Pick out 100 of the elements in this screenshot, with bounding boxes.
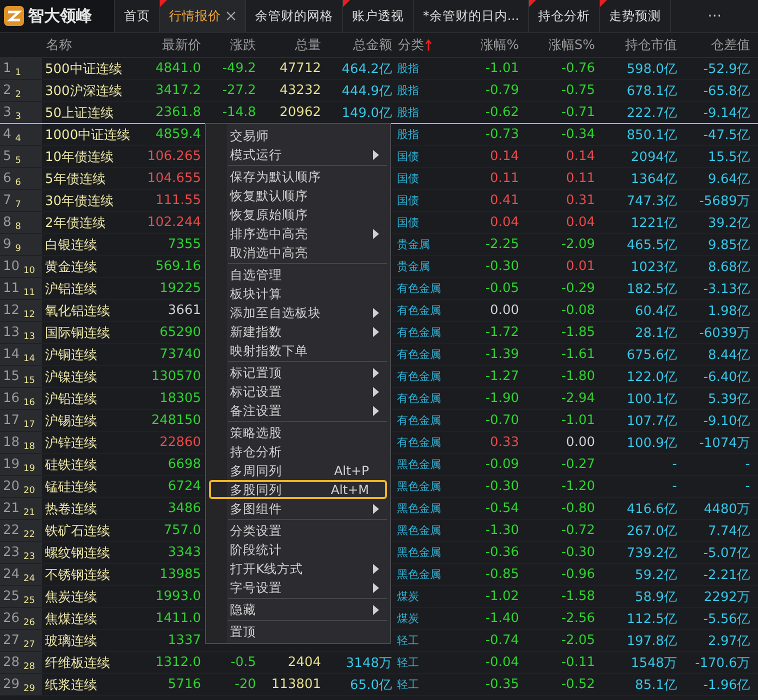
- table-cell-text: 747.3亿: [626, 192, 677, 210]
- menu-item[interactable]: 隐藏: [209, 600, 387, 619]
- row-sub-number: 24: [24, 573, 35, 585]
- table-cell: -1.01: [561, 413, 595, 428]
- menu-item[interactable]: 板块计算: [209, 284, 387, 303]
- menu-item[interactable]: 备注设置: [209, 401, 387, 420]
- table-cell-text: 1364亿: [630, 170, 677, 188]
- table-cell: -1.02: [485, 589, 519, 604]
- table-cell: -1.72: [485, 325, 519, 340]
- menu-item[interactable]: 分类设置: [209, 521, 387, 540]
- table-cell-text: 8.68亿: [708, 258, 750, 276]
- tab[interactable]: 行情报价: [159, 0, 245, 32]
- menu-item[interactable]: 模式运行: [209, 145, 387, 164]
- table-cell: 0.00: [566, 435, 595, 450]
- menu-item[interactable]: 置顶: [209, 622, 387, 641]
- table-cell: 3486: [168, 501, 201, 516]
- row-sub-number: 28: [24, 661, 35, 673]
- table-cell-text: 112.5亿: [626, 610, 677, 628]
- column-header[interactable]: 总量: [295, 36, 321, 54]
- row-sub-number: 19: [24, 463, 35, 475]
- menu-item[interactable]: 映射指数下单: [209, 341, 387, 360]
- menu-item[interactable]: 排序选中高亮: [209, 224, 387, 243]
- column-header[interactable]: 涨幅S%: [548, 36, 595, 54]
- column-header[interactable]: 涨跌: [230, 36, 256, 54]
- table-cell: -0.72: [561, 523, 595, 538]
- tab[interactable]: 持仓分析: [528, 0, 600, 32]
- table-cell-text: 267.0亿: [626, 522, 677, 540]
- table-cell-text: 4480万: [704, 500, 750, 518]
- table-cell: 6698: [168, 457, 201, 472]
- table-cell: -0.54: [485, 501, 519, 516]
- column-header[interactable]: 最新价: [162, 36, 201, 54]
- tab[interactable]: 余管财的网格: [245, 0, 342, 32]
- column-header[interactable]: 仓差值: [711, 36, 750, 54]
- row-sub-number: 23: [24, 551, 35, 563]
- menu-item[interactable]: 阶段统计: [209, 540, 387, 559]
- menu-item[interactable]: 恢复原始顺序: [209, 205, 387, 224]
- table-cell: -1.61: [561, 347, 595, 362]
- table-cell: 0.33: [490, 435, 519, 450]
- table-cell: -: [672, 457, 677, 472]
- menu-item[interactable]: 交易师: [209, 126, 387, 145]
- menu-item[interactable]: 自选管理: [209, 265, 387, 284]
- table-cell-text: 1000中证连续: [45, 126, 130, 144]
- table-cell: 4859.4: [156, 127, 201, 142]
- table-cell: -0.36: [485, 545, 519, 560]
- tab[interactable]: *余管财的日内...: [413, 0, 528, 32]
- menu-item[interactable]: 多周同列 Alt+P: [209, 461, 387, 480]
- table-cell: -0.71: [561, 105, 595, 120]
- table-cell: 黑色金属: [397, 567, 441, 582]
- table-cell-text: 锰硅连续: [45, 478, 97, 496]
- menu-item[interactable]: 取消选中高亮: [209, 243, 387, 262]
- table-cell: -0.96: [561, 567, 595, 582]
- table-cell: -0.70: [485, 413, 519, 428]
- table-cell-text: 28.1亿: [635, 324, 677, 342]
- table-cell: 黑色金属: [397, 523, 441, 538]
- table-cell: 73740: [160, 347, 201, 362]
- menu-item[interactable]: 打开K线方式: [209, 559, 387, 578]
- tab[interactable]: 走势预测: [599, 0, 670, 32]
- table-cell-text: 沪锌连续: [45, 434, 97, 452]
- menu-item[interactable]: 多图组件: [209, 499, 387, 518]
- app-name: 智大领峰: [28, 6, 92, 26]
- menu-item[interactable]: 策略选股: [209, 423, 387, 442]
- menu-item[interactable]: 持仓分析: [209, 442, 387, 461]
- table-cell-text: 39.2亿: [708, 214, 750, 232]
- row-number: 12: [3, 302, 20, 320]
- row-sub-number: 10: [24, 265, 35, 277]
- table-cell-text: 铁矿石连续: [45, 522, 110, 540]
- menu-item[interactable]: 标记设置: [209, 382, 387, 401]
- table-cell: -2.94: [561, 391, 595, 406]
- table-cell-text: 国际铜连续: [45, 324, 110, 342]
- table-cell: 煤炭: [397, 589, 419, 604]
- menu-item[interactable]: 字号设置: [209, 578, 387, 597]
- close-icon[interactable]: [226, 11, 236, 21]
- table-cell: -0.09: [485, 457, 519, 472]
- column-header[interactable]: 名称: [46, 36, 72, 54]
- menu-item[interactable]: 添加至自选板块: [209, 303, 387, 322]
- table-cell: 4841.0: [156, 61, 201, 76]
- menu-item[interactable]: 保存为默认顺序: [209, 167, 387, 186]
- column-header[interactable]: 持仓市值: [625, 36, 677, 54]
- menu-item[interactable]: 标记置顶: [209, 363, 387, 382]
- menu-item[interactable]: 恢复默认顺序: [209, 186, 387, 205]
- menu-item[interactable]: 新建指数: [209, 322, 387, 341]
- table-cell-text: 5年债连续: [45, 170, 106, 188]
- tab[interactable]: 账户透视: [342, 0, 413, 32]
- logo-icon: [4, 6, 24, 26]
- more-tabs-button[interactable]: ⋯: [670, 0, 758, 32]
- row-sub-number: 13: [24, 331, 35, 343]
- table-cell: 3343: [168, 545, 201, 560]
- column-header[interactable]: 总金额: [353, 36, 392, 54]
- column-header[interactable]: 分类: [398, 36, 424, 54]
- table-cell-text: 沪铅连续: [45, 390, 97, 408]
- table-cell: -2.09: [561, 237, 595, 252]
- tab[interactable]: 首页: [114, 0, 159, 32]
- menu-item[interactable]: 多股同列 Alt+M: [209, 480, 387, 499]
- table-cell-text: -170.6万: [695, 654, 750, 672]
- column-header[interactable]: 涨幅%: [480, 36, 519, 54]
- table-cell-text: 纸浆连续: [45, 676, 97, 694]
- table-cell-text: 444.9亿: [342, 82, 392, 100]
- table-cell: -0.5: [230, 655, 256, 670]
- row-number: 16: [3, 390, 20, 408]
- table-cell: 有色金属: [397, 391, 441, 406]
